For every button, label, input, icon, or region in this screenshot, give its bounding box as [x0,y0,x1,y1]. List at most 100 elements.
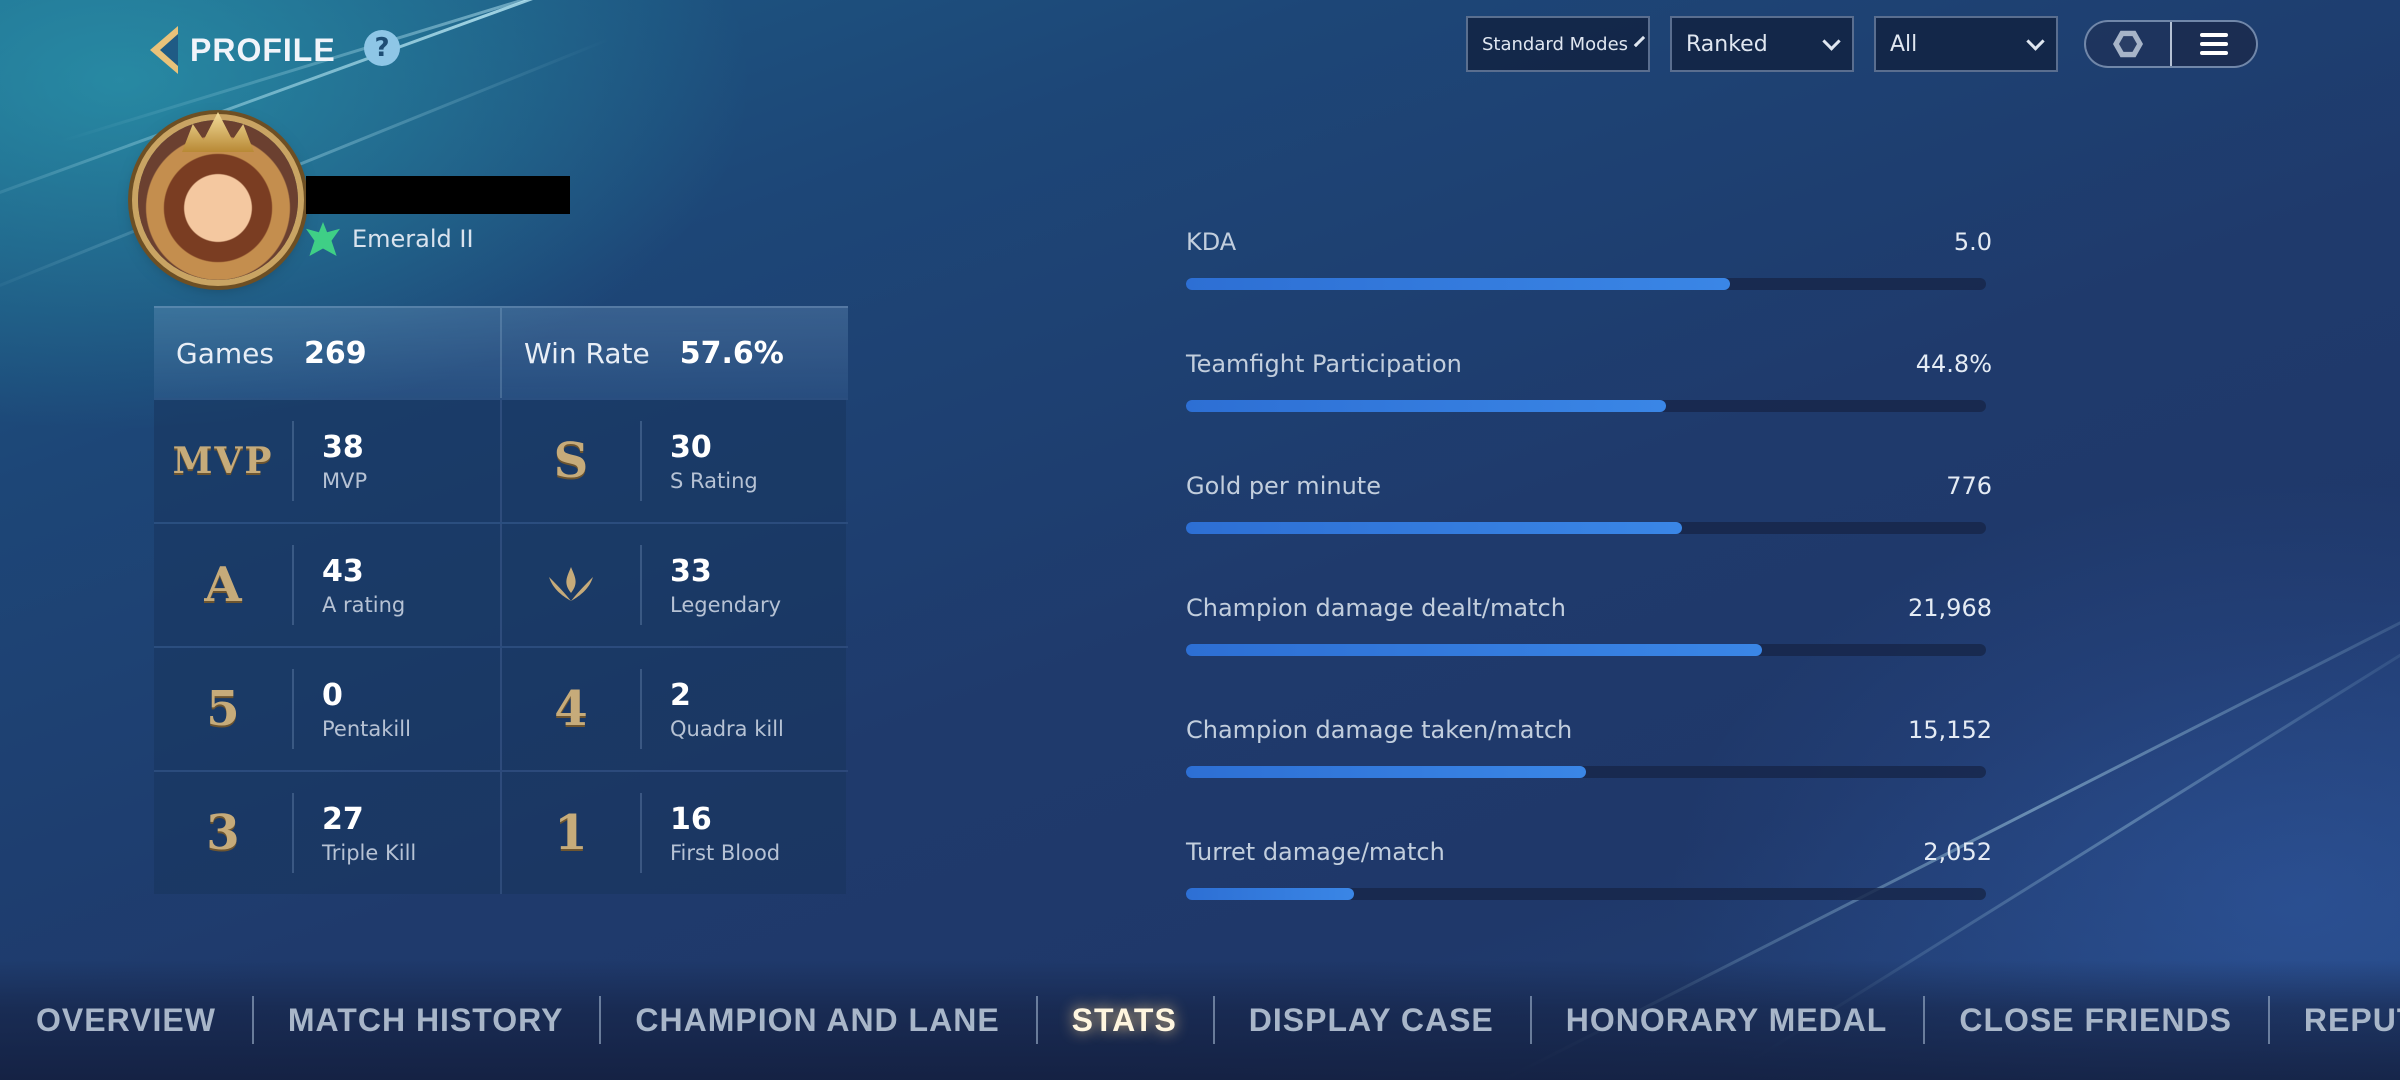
achievement-label: First Blood [670,840,781,865]
role-dropdown-value: All [1890,31,1918,57]
tab-overview[interactable]: OVERVIEW [0,990,252,1050]
profile-stats-screen: PROFILE ? Standard Modes Ranked All Emer… [0,0,2400,1080]
winrate-value: 57.6% [679,335,784,371]
tab-reputation[interactable]: REPUTATION [2267,990,2400,1050]
mode-dropdown-value: Standard Modes [1482,33,1629,55]
mvp-badge-icon: MVP [154,421,294,501]
a-rating-badge-icon: A [154,545,294,625]
achievement-label: Quadra kill [670,716,784,741]
metric-bar-track [1186,888,1986,900]
view-toggle [2084,20,2258,68]
tab-honorary-medal[interactable]: HONORARY MEDAL [1529,990,1924,1050]
achievement-triple-kill: 3 27 Triple Kill [154,772,500,894]
games-value: 269 [303,335,367,371]
achievement-label: S Rating [670,468,758,493]
avatar[interactable] [138,120,298,280]
metric-value: 5.0 [1953,228,1992,256]
emerald-rank-icon [306,222,340,256]
tab-stats[interactable]: STATS [1035,990,1213,1050]
games-cell: Games 269 [154,308,500,398]
metric-bar-fill [1186,644,1762,656]
role-dropdown[interactable]: All [1874,16,2058,72]
tab-close-friends[interactable]: CLOSE FRIENDS [1923,990,2268,1050]
rank-label: Emerald II [352,225,474,253]
achievement-label: MVP [322,468,368,493]
metric-value: 776 [1946,472,1992,500]
bottom-tab-bar: OVERVIEW MATCH HISTORY CHAMPION AND LANE… [0,960,2400,1080]
metric-bar-fill [1186,522,1682,534]
achievement-label: Pentakill [322,716,411,741]
hexagon-view-button[interactable] [2086,22,2170,66]
metric-label: KDA [1186,228,1237,256]
achievement-quadra-kill: 4 2 Quadra kill [500,648,846,770]
metric-bar-track [1186,766,1986,778]
stats-grid: Games 269 Win Rate 57.6% MVP 38 MVP S 30 [154,306,848,894]
achievement-value: 27 [322,801,364,837]
metric-label: Champion damage taken/match [1186,716,1573,744]
metric-bar-fill [1186,400,1666,412]
metric-damage-taken: Champion damage taken/match 15,152 [1186,710,1992,832]
metric-value: 44.8% [1915,350,1992,378]
quadra-kill-badge-icon: 4 [502,669,642,749]
winrate-cell: Win Rate 57.6% [500,308,846,398]
metric-value: 21,968 [1908,594,1992,622]
hexagon-icon [2113,30,2143,58]
first-blood-badge-icon: 1 [502,793,642,873]
list-view-button[interactable] [2170,22,2256,66]
achievement-row: MVP 38 MVP S 30 S Rating [154,398,848,522]
metric-turret-damage: Turret damage/match 2,052 [1186,832,1992,954]
metric-damage-dealt: Champion damage dealt/match 21,968 [1186,588,1992,710]
metric-bar-fill [1186,278,1730,290]
summary-row: Games 269 Win Rate 57.6% [154,306,848,398]
chevron-down-icon [2026,31,2045,51]
tab-display-case[interactable]: DISPLAY CASE [1212,990,1530,1050]
achievement-value: 30 [670,429,712,465]
metrics-list: KDA 5.0 Teamfight Participation 44.8% Go… [1186,222,1992,954]
legendary-icon [502,545,642,625]
tab-match-history[interactable]: MATCH HISTORY [251,990,600,1050]
queue-dropdown[interactable]: Ranked [1670,16,1854,72]
metric-bar-fill [1186,766,1586,778]
player-name-redacted [306,176,570,214]
metric-bar-track [1186,278,1986,290]
achievement-row: 5 0 Pentakill 4 2 Quadra kill [154,646,848,770]
achievement-value: 2 [670,677,691,713]
chevron-left-icon [150,26,178,74]
mode-dropdown[interactable]: Standard Modes [1466,16,1650,72]
metric-teamfight-participation: Teamfight Participation 44.8% [1186,344,1992,466]
achievement-legendary: 33 Legendary [500,524,846,646]
triple-kill-badge-icon: 3 [154,793,294,873]
achievement-pentakill: 5 0 Pentakill [154,648,500,770]
achievement-value: 0 [322,677,343,713]
achievement-row: A 43 A rating 33 Legendary [154,522,848,646]
chevron-down-icon [1822,31,1841,51]
help-icon[interactable]: ? [364,30,400,66]
achievement-first-blood: 1 16 First Blood [500,772,846,894]
achievement-s-rating: S 30 S Rating [500,400,846,522]
achievement-a-rating: A 43 A rating [154,524,500,646]
chevron-down-icon [1633,35,1646,47]
back-button[interactable]: PROFILE [150,20,336,80]
achievement-value: 43 [322,553,364,589]
tab-champion-and-lane[interactable]: CHAMPION AND LANE [599,990,1035,1050]
achievement-label: Legendary [670,592,782,617]
achievement-label: A rating [322,592,406,617]
metric-bar-track [1186,644,1986,656]
metric-value: 15,152 [1908,716,1992,744]
rank-info: Emerald II [306,222,474,256]
metric-bar-fill [1186,888,1354,900]
achievement-value: 33 [670,553,712,589]
menu-icon [2200,33,2228,55]
achievement-label: Triple Kill [322,840,417,865]
metric-gold-per-minute: Gold per minute 776 [1186,466,1992,588]
metric-label: Turret damage/match [1186,838,1445,866]
metric-label: Champion damage dealt/match [1186,594,1566,622]
page-title: PROFILE [190,31,336,68]
metric-bar-track [1186,400,1986,412]
s-rating-badge-icon: S [502,421,642,501]
achievement-row: 3 27 Triple Kill 1 16 First Blood [154,770,848,894]
metric-kda: KDA 5.0 [1186,222,1992,344]
games-label: Games [176,336,274,370]
achievement-mvp: MVP 38 MVP [154,400,500,522]
achievement-value: 16 [670,801,712,837]
